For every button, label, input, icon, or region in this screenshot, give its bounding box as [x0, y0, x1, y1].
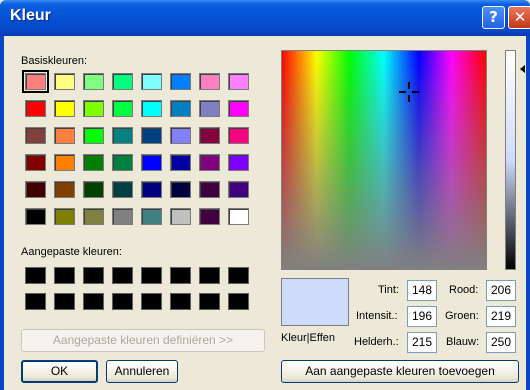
basic-color-swatch[interactable]	[141, 73, 162, 90]
custom-color-swatch[interactable]	[199, 293, 220, 310]
sat-field[interactable]: 196	[407, 306, 437, 327]
basic-color-swatch[interactable]	[54, 100, 75, 117]
blue-field[interactable]: 250	[486, 332, 516, 353]
custom-color-swatch[interactable]	[112, 267, 133, 284]
basic-color-swatch[interactable]	[170, 154, 191, 171]
basic-color-swatch[interactable]	[199, 73, 220, 90]
basic-color-swatch[interactable]	[25, 127, 46, 144]
custom-colors-label: Aangepaste kleuren:	[21, 246, 122, 258]
red-label: Rood:	[449, 284, 479, 296]
window-frame-left	[0, 36, 4, 390]
basic-color-swatch[interactable]	[228, 208, 249, 225]
basic-color-swatch[interactable]	[141, 208, 162, 225]
ok-button[interactable]: OK	[21, 360, 98, 383]
basic-color-swatch[interactable]	[83, 154, 104, 171]
basic-color-swatch[interactable]	[112, 181, 133, 198]
define-custom-colors-button[interactable]: Aangepaste kleuren definiëren >>	[21, 329, 265, 352]
red-field[interactable]: 206	[486, 280, 516, 301]
custom-color-swatch[interactable]	[170, 293, 191, 310]
custom-color-swatch[interactable]	[170, 267, 191, 284]
custom-color-swatch[interactable]	[228, 293, 249, 310]
custom-color-swatch[interactable]	[25, 293, 46, 310]
lum-field[interactable]: 215	[407, 332, 437, 353]
basic-color-swatch[interactable]	[170, 208, 191, 225]
color-preview	[281, 278, 349, 326]
color-solid-label: Kleur|Effen	[281, 332, 336, 344]
luminance-slider[interactable]	[505, 50, 516, 270]
basic-color-swatch[interactable]	[141, 100, 162, 117]
basic-color-swatch[interactable]	[141, 127, 162, 144]
basic-color-swatch[interactable]	[228, 73, 249, 90]
basic-color-swatch[interactable]	[228, 127, 249, 144]
basic-color-swatch[interactable]	[170, 73, 191, 90]
basic-color-swatch[interactable]	[141, 154, 162, 171]
luminance-arrow-icon[interactable]	[520, 65, 525, 73]
custom-color-swatch[interactable]	[141, 293, 162, 310]
hue-field[interactable]: 148	[407, 280, 437, 301]
basic-color-swatch[interactable]	[54, 73, 75, 90]
color-spectrum[interactable]	[281, 50, 487, 270]
basic-color-swatch[interactable]	[25, 100, 46, 117]
custom-color-swatch[interactable]	[141, 267, 162, 284]
basic-color-swatch[interactable]	[112, 208, 133, 225]
custom-color-swatch[interactable]	[54, 293, 75, 310]
add-to-custom-colors-button[interactable]: Aan aangepaste kleuren toevoegen	[281, 360, 519, 383]
basic-color-swatch[interactable]	[228, 154, 249, 171]
custom-color-swatch[interactable]	[25, 267, 46, 284]
basic-color-swatch[interactable]	[83, 181, 104, 198]
basic-color-swatch[interactable]	[170, 181, 191, 198]
basic-color-swatch[interactable]	[54, 127, 75, 144]
basic-color-swatch[interactable]	[83, 208, 104, 225]
help-button[interactable]: ?	[482, 6, 505, 29]
custom-color-swatch[interactable]	[54, 267, 75, 284]
basic-color-swatch[interactable]	[170, 100, 191, 117]
basic-color-swatch[interactable]	[112, 154, 133, 171]
basic-color-swatch[interactable]	[112, 100, 133, 117]
lum-label: Helderh.:	[354, 336, 399, 348]
basic-color-swatch[interactable]	[54, 154, 75, 171]
basic-color-swatch[interactable]	[199, 208, 220, 225]
window-title: Kleur	[10, 7, 51, 24]
basic-color-swatch[interactable]	[83, 127, 104, 144]
basic-color-swatch[interactable]	[199, 154, 220, 171]
custom-color-swatch[interactable]	[199, 267, 220, 284]
custom-color-swatch[interactable]	[83, 293, 104, 310]
basic-color-swatch[interactable]	[199, 181, 220, 198]
basic-color-swatch[interactable]	[228, 100, 249, 117]
cancel-button[interactable]: Annuleren	[106, 360, 178, 383]
green-field[interactable]: 219	[486, 306, 516, 327]
basic-color-swatch[interactable]	[25, 208, 46, 225]
basic-color-swatch[interactable]	[228, 181, 249, 198]
basic-color-swatch[interactable]	[141, 181, 162, 198]
custom-color-swatch[interactable]	[228, 267, 249, 284]
close-button[interactable]: ✕	[508, 6, 530, 29]
basic-color-swatch[interactable]	[22, 70, 49, 93]
green-label: Groen:	[445, 310, 479, 322]
basic-colors-label: Basiskleuren:	[21, 55, 88, 67]
basic-color-swatch[interactable]	[199, 127, 220, 144]
hue-label: Tint:	[378, 284, 399, 296]
basic-color-swatch[interactable]	[170, 127, 191, 144]
basic-color-swatch[interactable]	[199, 100, 220, 117]
title-bar[interactable]: Kleur ? ✕	[0, 0, 530, 36]
blue-label: Blauw:	[446, 336, 480, 348]
basic-color-swatch[interactable]	[83, 73, 104, 90]
basic-color-swatch[interactable]	[54, 181, 75, 198]
basic-color-swatch[interactable]	[54, 208, 75, 225]
help-icon: ?	[489, 8, 498, 26]
basic-color-swatch[interactable]	[112, 73, 133, 90]
basic-color-swatch[interactable]	[83, 100, 104, 117]
crosshair-icon	[397, 80, 421, 104]
close-icon: ✕	[513, 8, 527, 26]
basic-color-swatch[interactable]	[25, 181, 46, 198]
custom-color-swatch[interactable]	[112, 293, 133, 310]
basic-color-swatch[interactable]	[25, 154, 46, 171]
basic-color-swatch[interactable]	[112, 127, 133, 144]
sat-label: Intensit.:	[356, 310, 398, 322]
window-frame-right	[526, 36, 530, 390]
custom-color-swatch[interactable]	[83, 267, 104, 284]
